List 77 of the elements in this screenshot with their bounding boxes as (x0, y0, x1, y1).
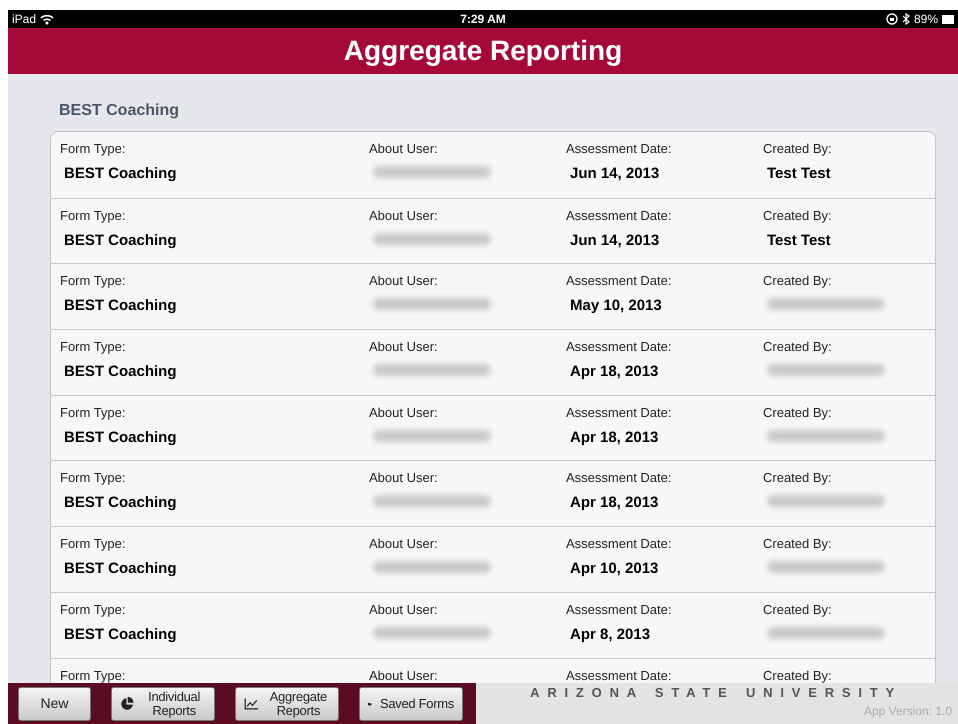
field-label: Created By: (763, 273, 832, 290)
field-label: About User: (369, 141, 438, 157)
battery-percent: 89% (914, 11, 938, 28)
cell-value: BEST Coaching (64, 232, 177, 249)
cell-value: Apr 8, 2013 (570, 626, 650, 643)
cell-value: BEST Coaching (64, 363, 177, 380)
report-row[interactable]: Form Type: BEST Coaching About User: Assessment Date: Apr 18, 2013 Created By: (51, 394, 935, 460)
report-row[interactable]: Form Type: BEST Coaching About User: Assessment Date: Apr 18, 2013 Created By: (51, 460, 935, 526)
field-label: Form Type: (60, 536, 126, 552)
field-label: About User: (369, 273, 438, 290)
cell-value: Jun 14, 2013 (570, 232, 660, 249)
field-label: About User: (369, 208, 438, 224)
field-label: About User: (369, 602, 438, 618)
battery-icon (942, 14, 954, 24)
toolbar-button[interactable]: New (18, 686, 91, 720)
field-label: Created By: (763, 404, 832, 421)
toolbar-button[interactable]: Aggregate Reports (235, 686, 339, 720)
field-label: Assessment Date: (566, 208, 672, 224)
field-label: Form Type: (60, 339, 126, 356)
cell-value: BEST Coaching (64, 165, 177, 182)
field-label: About User: (369, 470, 438, 486)
report-row[interactable]: Form Type: BEST Coaching About User: Assessment Date: Apr 18, 2013 Created By: (51, 329, 935, 395)
field-label: Created By: (763, 141, 832, 157)
cell-value: BEST Coaching (64, 297, 177, 314)
field-label: Assessment Date: (566, 273, 672, 290)
field-label: Assessment Date: (566, 404, 672, 421)
field-label: Created By: (763, 470, 832, 486)
field-label: Created By: (763, 668, 832, 683)
cell-value: Apr 18, 2013 (570, 494, 658, 512)
field-label: Created By: (763, 339, 832, 356)
field-label: Assessment Date: (566, 470, 672, 486)
field-label: Assessment Date: (566, 536, 672, 552)
device-name: iPad (12, 11, 36, 28)
field-label: Assessment Date: (566, 141, 672, 157)
toolbar-button[interactable]: Saved Forms (359, 686, 463, 720)
report-row[interactable]: Form Type: BEST Coaching About User: Assessment Date: May 10, 2013 Created By: (51, 263, 935, 330)
field-label: Form Type: (60, 668, 126, 683)
field-label: Created By: (763, 602, 832, 618)
section-title: BEST Coaching (59, 101, 180, 121)
cell-value: BEST Coaching (64, 560, 177, 578)
cell-value: May 10, 2013 (570, 297, 662, 314)
report-row[interactable]: Form Type: BEST Coaching About User: Assessment Date: Apr 10, 2013 Created By: (51, 526, 935, 592)
report-row[interactable]: Form Type: BEST Coaching About User: Assessment Date: Jun 14, 2013 Created By: Test Test (51, 132, 935, 198)
field-label: Form Type: (60, 141, 126, 157)
cell-value: Apr 18, 2013 (570, 363, 658, 380)
field-label: About User: (369, 668, 438, 683)
field-label: Assessment Date: (566, 339, 672, 356)
cell-value: Apr 10, 2013 (570, 560, 658, 578)
field-label: Form Type: (60, 602, 126, 618)
cell-value: Test Test (767, 232, 831, 249)
cell-value: BEST Coaching (64, 494, 177, 512)
page-title: Aggregate Reporting (344, 34, 622, 68)
field-label: Form Type: (60, 404, 126, 421)
clock: 7:29 AM (460, 11, 506, 28)
field-label: Created By: (763, 536, 832, 552)
report-row[interactable]: Form Type: BEST Coaching About User: Assessment Date: Apr 8, 2013 Created By: (51, 592, 935, 658)
bluetooth-icon (902, 13, 910, 25)
field-label: Created By: (763, 208, 832, 224)
cell-value: Apr 18, 2013 (570, 428, 658, 446)
app-version: App Version: 1.0 (864, 704, 952, 718)
cell-value: BEST Coaching (64, 428, 177, 446)
field-label: Assessment Date: (566, 602, 672, 618)
field-label: Form Type: (60, 208, 126, 224)
cell-value: Test Test (767, 165, 831, 182)
rotation-lock-icon (886, 13, 898, 25)
university-name: ARIZONA STATE UNIVERSITY (530, 685, 902, 701)
field-label: Assessment Date: (566, 668, 672, 683)
report-row[interactable]: Form Type: BEST Coaching About User: Assessment Date: Jun 14, 2013 Created By: Test Test (51, 198, 935, 264)
field-label: About User: (369, 404, 438, 421)
field-label: Form Type: (60, 273, 126, 290)
field-label: About User: (369, 536, 438, 552)
toolbar-button[interactable]: Individual Reports (111, 686, 215, 720)
field-label: About User: (369, 339, 438, 356)
field-label: Form Type: (60, 470, 126, 486)
cell-value: Jun 14, 2013 (570, 165, 660, 182)
wifi-icon (40, 14, 54, 24)
cell-value: BEST Coaching (64, 626, 177, 643)
